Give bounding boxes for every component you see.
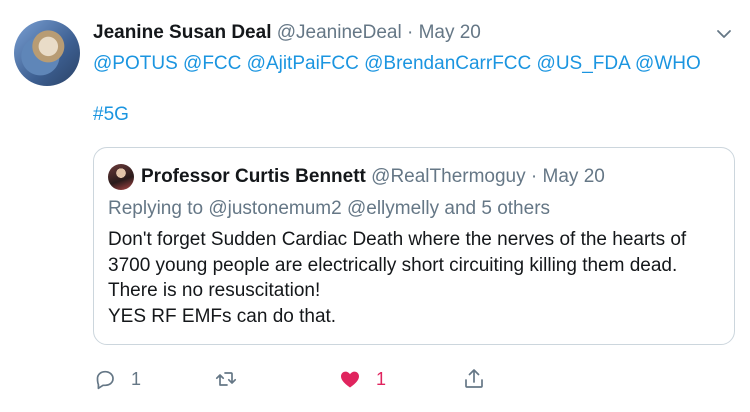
reply-button[interactable]: 1 [93,364,141,394]
separator: · [525,166,543,187]
reply-count: 1 [131,368,142,389]
author-name[interactable]: Jeanine Susan Deal [93,22,271,43]
share-button[interactable] [462,364,486,394]
quoted-header: Professor Curtis Bennett @RealThermoguy … [141,164,605,190]
quoted-date[interactable]: May 20 [543,166,605,187]
mention-link[interactable]: @AjitPaiFCC [247,53,359,74]
quoted-tweet[interactable]: Professor Curtis Bennett @RealThermoguy … [93,147,735,345]
heart-icon [341,371,359,388]
quoted-avatar[interactable] [108,164,134,190]
author-handle[interactable]: @JeanineDeal [277,22,402,43]
mention-link[interactable]: @WHO [635,53,701,74]
replying-to: Replying to @justonemum2 @ellymelly and … [108,196,550,222]
like-button[interactable]: 1 [338,364,386,394]
chevron-down-icon[interactable] [714,24,734,44]
tweet-header: Jeanine Susan Deal @JeanineDeal · May 20 [93,20,481,46]
quoted-text-line: Don't forget Sudden Cardiac Death where … [108,229,687,250]
quoted-text: Don't forget Sudden Cardiac Death where … [108,227,728,329]
tweet-mentions: @POTUS @FCC @AjitPaiFCC @BrendanCarrFCC … [93,51,701,77]
avatar[interactable] [14,20,80,86]
tweet-date[interactable]: May 20 [419,22,481,43]
hashtag-link[interactable]: #5G [93,102,129,128]
mention-link[interactable]: @POTUS [93,53,178,74]
reply-user-link[interactable]: @justonemum2 [208,198,341,219]
retweet-icon [215,372,237,386]
share-icon [465,369,483,388]
mention-link[interactable]: @FCC [183,53,241,74]
like-count: 1 [376,368,387,389]
quoted-text-line: There is no resuscitation! [108,280,321,301]
reply-user-link[interactable]: @ellymelly [347,198,439,219]
quoted-text-line: YES RF EMFs can do that. [108,305,337,327]
quoted-text-line: 3700 young people are electrically short… [108,254,678,276]
quoted-author-name[interactable]: Professor Curtis Bennett [141,166,366,187]
reply-others-link[interactable]: and 5 others [439,198,550,219]
quoted-author-handle[interactable]: @RealThermoguy [371,166,525,187]
reply-icon [96,370,114,390]
retweet-button[interactable] [214,364,252,394]
replying-to-label: Replying to [108,198,209,219]
mention-link[interactable]: @BrendanCarrFCC [364,53,531,74]
mention-link[interactable]: @US_FDA [537,53,630,74]
separator: · [401,22,419,43]
